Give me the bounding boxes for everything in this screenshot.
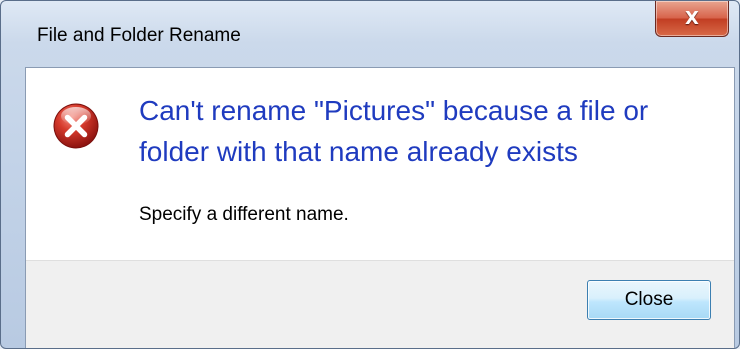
close-button[interactable]: Close <box>587 280 711 320</box>
title-bar[interactable]: File and Folder Rename X <box>1 1 739 67</box>
dialog-footer: Close <box>26 260 734 348</box>
secondary-text: Specify a different name. <box>139 204 349 225</box>
main-instruction: Can't rename "Pictures" because a file o… <box>139 95 649 167</box>
dialog-window: File and Folder Rename X Can't rename "P… <box>0 0 740 349</box>
error-icon <box>53 103 99 149</box>
window-title: File and Folder Rename <box>37 25 241 46</box>
dialog-client-area: Can't rename "Pictures" because a file o… <box>25 67 735 348</box>
close-icon: X <box>685 7 699 29</box>
dialog-content: Can't rename "Pictures" because a file o… <box>26 68 734 260</box>
window-close-button[interactable]: X <box>655 1 729 37</box>
